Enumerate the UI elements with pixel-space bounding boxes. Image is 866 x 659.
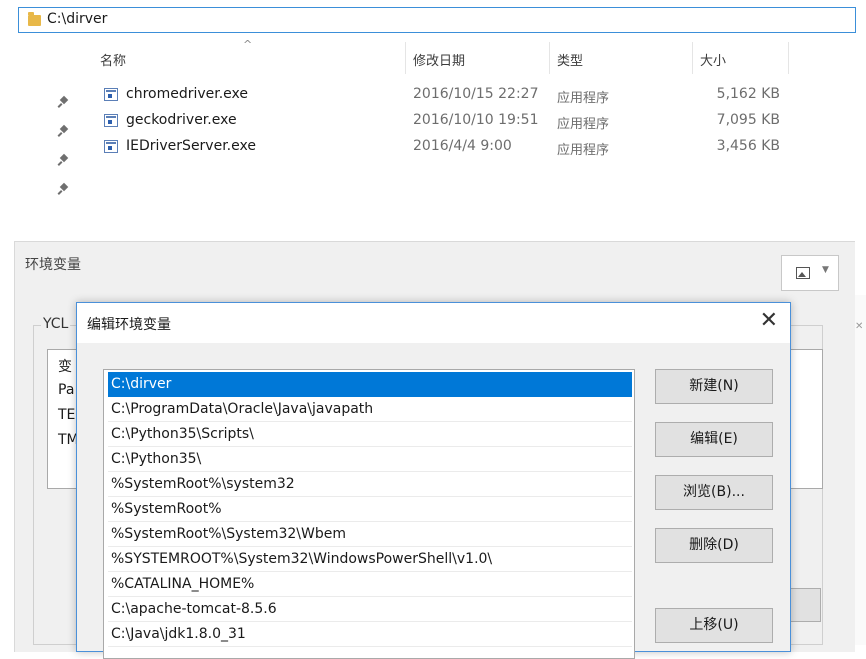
- image-dropdown-button[interactable]: ▼: [781, 255, 839, 291]
- address-bar[interactable]: C:\dirver: [18, 7, 856, 33]
- file-date: 2016/4/4 9:00: [413, 138, 512, 154]
- exe-file-icon: [104, 88, 118, 101]
- column-size[interactable]: 大小: [700, 50, 726, 69]
- file-date: 2016/10/15 22:27: [413, 86, 539, 102]
- folder-icon: [28, 12, 41, 26]
- file-row[interactable]: chromedriver.exe 2016/10/15 22:27 应用程序 5…: [0, 84, 866, 108]
- file-size: 5,162 KB: [716, 86, 780, 102]
- path-list-item[interactable]: C:\dirver: [108, 372, 632, 397]
- close-icon[interactable]: ✕: [760, 308, 778, 333]
- path-list-item[interactable]: %SYSTEMROOT%\System32\WindowsPowerShell\…: [108, 547, 632, 572]
- column-divider[interactable]: [549, 42, 550, 74]
- path-list-item[interactable]: C:\Java\jdk1.8.0_31: [108, 622, 632, 647]
- group-label: YCL: [41, 316, 71, 332]
- delete-button[interactable]: 删除(D): [655, 528, 773, 563]
- file-row[interactable]: geckodriver.exe 2016/10/10 19:51 应用程序 7,…: [0, 110, 866, 134]
- column-name[interactable]: 名称: [100, 50, 126, 69]
- file-name: IEDriverServer.exe: [126, 138, 256, 154]
- path-list-item[interactable]: %SystemRoot%: [108, 497, 632, 522]
- file-name: geckodriver.exe: [126, 112, 237, 128]
- file-type: 应用程序: [557, 143, 610, 158]
- path-list[interactable]: C:\dirver C:\ProgramData\Oracle\Java\jav…: [103, 369, 635, 659]
- file-name: chromedriver.exe: [126, 86, 249, 102]
- file-type: 应用程序: [557, 91, 610, 106]
- file-date: 2016/10/10 19:51: [413, 112, 539, 128]
- move-up-button[interactable]: 上移(U): [655, 608, 773, 643]
- window-title: 环境变量: [25, 257, 81, 273]
- variable-list-item[interactable]: Pa: [58, 382, 74, 398]
- path-list-item[interactable]: C:\ProgramData\Oracle\Java\javapath: [108, 397, 632, 422]
- path-list-item[interactable]: C:\Python35\: [108, 447, 632, 472]
- background-button[interactable]: [787, 588, 821, 622]
- path-list-item[interactable]: C:\apache-tomcat-8.5.6: [108, 597, 632, 622]
- variable-list-item[interactable]: 变: [58, 356, 72, 376]
- file-size: 7,095 KB: [716, 112, 780, 128]
- column-header-row: ^ 名称 修改日期 类型 大小: [0, 38, 866, 76]
- path-list-item[interactable]: C:\Python35\Scripts\: [108, 422, 632, 447]
- variable-list-item[interactable]: TE: [58, 407, 75, 423]
- column-type[interactable]: 类型: [557, 50, 583, 69]
- address-path: C:\dirver: [47, 11, 108, 27]
- browse-button[interactable]: 浏览(B)...: [655, 475, 773, 510]
- column-divider[interactable]: [788, 42, 789, 74]
- column-divider[interactable]: [692, 42, 693, 74]
- close-icon[interactable]: ✕: [855, 321, 863, 332]
- column-divider[interactable]: [405, 42, 406, 74]
- picture-icon: [796, 267, 810, 279]
- file-row[interactable]: IEDriverServer.exe 2016/4/4 9:00 应用程序 3,…: [0, 136, 866, 160]
- chevron-down-icon: ▼: [822, 265, 829, 275]
- dialog-titlebar[interactable]: 编辑环境变量 ✕: [77, 303, 790, 343]
- dialog-title: 编辑环境变量: [87, 317, 171, 333]
- adjacent-window-edge: ✕: [855, 295, 866, 645]
- path-list-item[interactable]: %SystemRoot%\System32\Wbem: [108, 522, 632, 547]
- file-type: 应用程序: [557, 117, 610, 132]
- edit-button[interactable]: 编辑(E): [655, 422, 773, 457]
- path-list-item[interactable]: %CATALINA_HOME%: [108, 572, 632, 597]
- pin-icon[interactable]: [58, 183, 70, 195]
- path-list-item[interactable]: %SystemRoot%\system32: [108, 472, 632, 497]
- sort-ascending-icon: ^: [243, 38, 253, 51]
- edit-environment-variable-dialog: 编辑环境变量 ✕ C:\dirver C:\ProgramData\Oracle…: [76, 302, 791, 659]
- exe-file-icon: [104, 140, 118, 153]
- column-date[interactable]: 修改日期: [413, 50, 465, 69]
- new-button[interactable]: 新建(N): [655, 369, 773, 404]
- exe-file-icon: [104, 114, 118, 127]
- file-size: 3,456 KB: [716, 138, 780, 154]
